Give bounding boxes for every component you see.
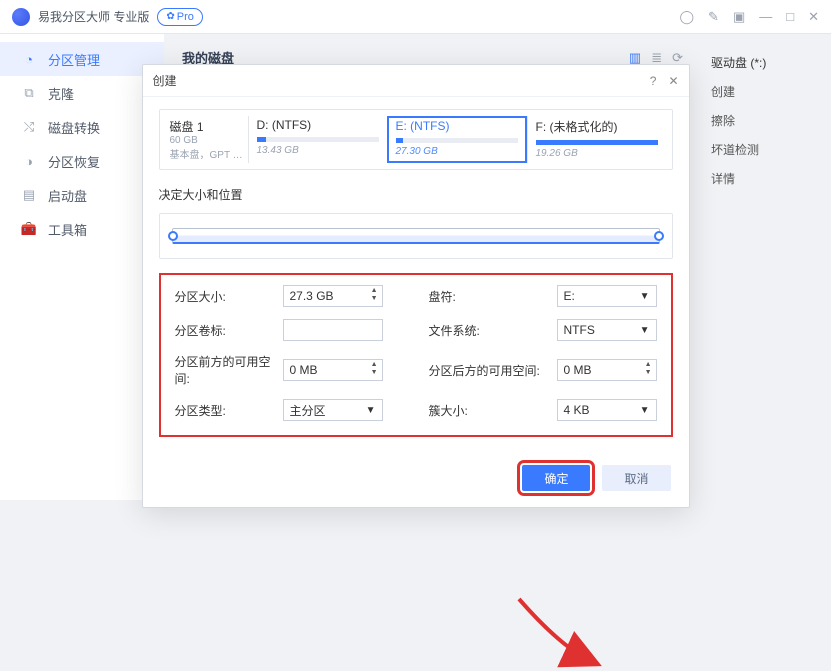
cancel-button[interactable]: 取消 [602, 465, 670, 491]
partition-label: E: (NTFS) [396, 119, 518, 133]
help-icon[interactable]: ? [650, 74, 657, 88]
before-label: 分区前方的可用空间: [175, 353, 275, 387]
partition-f[interactable]: F: (未格式化的) 19.26 GB [527, 116, 666, 163]
ptype-label: 分区类型: [175, 402, 275, 419]
spin-up-icon[interactable]: ▲ [371, 361, 378, 368]
disk-size: 60 GB [170, 135, 244, 146]
pro-badge: Pro [157, 8, 203, 26]
ptype-select[interactable]: 主分区▼ [283, 399, 383, 421]
after-label: 分区后方的可用空间: [429, 362, 549, 379]
partition-label: F: (未格式化的) [536, 118, 658, 135]
slider-handle-right[interactable] [654, 231, 664, 241]
minimize-icon[interactable]: — [759, 9, 772, 24]
partition-size: 27.30 GB [396, 146, 518, 157]
modal-overlay: 创建 ? ✕ 磁盘 1 60 GB 基本盘，GPT … D: (NTFS) 13… [0, 34, 831, 500]
size-slider-box [159, 213, 673, 259]
slider-handle-left[interactable] [168, 231, 178, 241]
chevron-down-icon: ▼ [640, 405, 650, 416]
close-icon[interactable]: ✕ [808, 9, 819, 25]
spin-up-icon[interactable]: ▲ [371, 287, 378, 294]
ok-button[interactable]: 确定 [522, 465, 590, 491]
chevron-down-icon: ▼ [640, 291, 650, 302]
spin-down-icon[interactable]: ▼ [645, 369, 652, 376]
partition-e[interactable]: E: (NTFS) 27.30 GB [387, 116, 527, 163]
app-title: 易我分区大师 专业版 [38, 8, 149, 25]
volume-label: 分区卷标: [175, 322, 275, 339]
partition-label: D: (NTFS) [257, 118, 379, 132]
size-slider[interactable] [172, 228, 660, 244]
cluster-select[interactable]: 4 KB▼ [557, 399, 657, 421]
fs-label: 文件系统: [429, 322, 549, 339]
cluster-label: 簇大小: [429, 402, 549, 419]
partition-size: 13.43 GB [257, 145, 379, 156]
feedback-icon[interactable]: ✎ [708, 9, 719, 25]
disk-row: 磁盘 1 60 GB 基本盘，GPT … D: (NTFS) 13.43 GB … [159, 109, 673, 170]
letter-select[interactable]: E:▼ [557, 285, 657, 307]
partition-size: 19.26 GB [536, 148, 658, 159]
before-input[interactable]: 0 MB▲▼ [283, 359, 383, 381]
task-icon[interactable]: ▣ [733, 9, 745, 25]
modal-close-icon[interactable]: ✕ [668, 74, 678, 88]
spin-down-icon[interactable]: ▼ [371, 369, 378, 376]
volume-input[interactable] [283, 319, 383, 341]
modal-title: 创建 [153, 72, 177, 89]
spin-down-icon[interactable]: ▼ [371, 295, 378, 302]
section-title: 决定大小和位置 [159, 186, 673, 203]
chevron-down-icon: ▼ [366, 405, 376, 416]
app-logo-icon [12, 8, 30, 26]
maximize-icon[interactable]: □ [786, 9, 794, 24]
form-box: 分区大小: 27.3 GB▲▼ 盘符: E:▼ 分区卷标: 文件系统: NTFS… [159, 273, 673, 437]
disk-name: 磁盘 1 [170, 118, 244, 135]
after-input[interactable]: 0 MB▲▼ [557, 359, 657, 381]
titlebar: 易我分区大师 专业版 Pro ◯ ✎ ▣ — □ ✕ [0, 0, 831, 34]
fs-select[interactable]: NTFS▼ [557, 319, 657, 341]
partition-d[interactable]: D: (NTFS) 13.43 GB [248, 116, 387, 163]
create-partition-modal: 创建 ? ✕ 磁盘 1 60 GB 基本盘，GPT … D: (NTFS) 13… [142, 64, 690, 508]
letter-label: 盘符: [429, 288, 549, 305]
annotation-arrow [513, 593, 603, 671]
notify-icon[interactable]: ◯ [679, 9, 694, 25]
size-label: 分区大小: [175, 288, 275, 305]
size-input[interactable]: 27.3 GB▲▼ [283, 285, 383, 307]
spin-up-icon[interactable]: ▲ [645, 361, 652, 368]
chevron-down-icon: ▼ [640, 325, 650, 336]
disk-type: 基本盘，GPT … [170, 146, 244, 161]
